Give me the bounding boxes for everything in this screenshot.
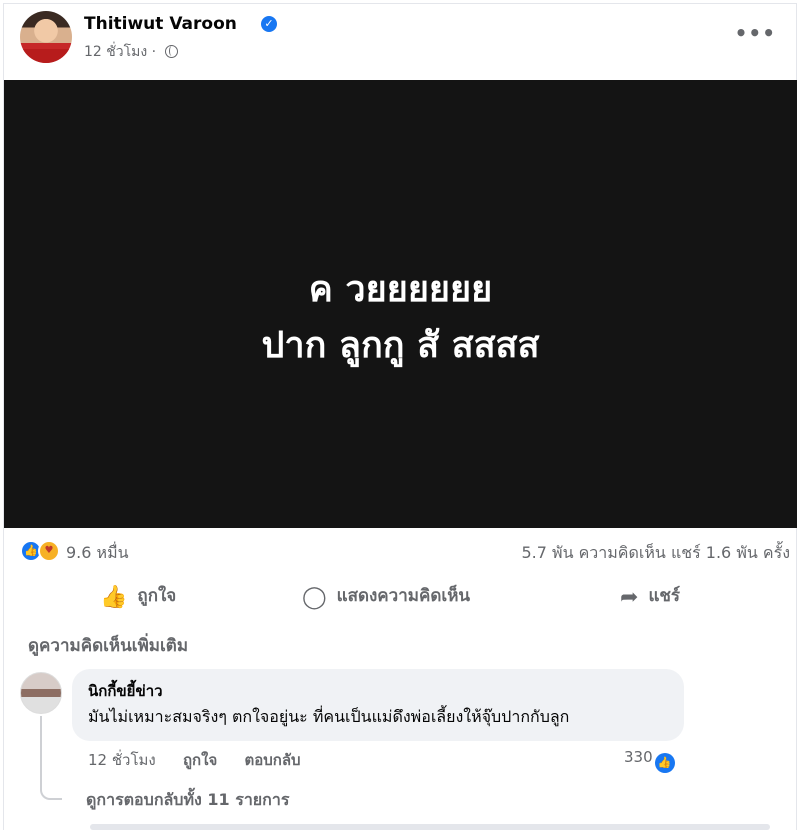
media-text-line-1: ค วยยยยยย [308,269,493,310]
meta-separator: · [151,44,157,60]
share-arrow-icon: ➦ [620,585,639,610]
comment-like-icon: 👍 [654,753,675,773]
post-header: Thitiwut Varoon ✓ 12 ชั่วโมง · ••• [20,11,780,67]
comment-author[interactable]: นิกกี้ขยี้ข่าว [88,679,163,703]
share-button[interactable]: ➦ แชร์ [620,578,680,614]
comment-text: มันไม่เหมาะสมจริงๆ ตกใจอยู่นะ ที่คนเป็นแ… [88,707,570,726]
view-more-comments-link[interactable]: ดูความคิดเห็นเพิ่มเติม [28,632,188,659]
media-text-line-2: ปาก ลูกกู สั สสสส [261,325,540,366]
more-options-button[interactable]: ••• [735,21,776,45]
author-avatar[interactable] [20,11,72,63]
author-name[interactable]: Thitiwut Varoon [84,14,237,34]
globe-icon[interactable] [164,45,178,58]
reply-thread-line [40,716,62,800]
post-media[interactable]: ค วยยยยยย ปาก ลูกกู สั สสสส [4,80,797,528]
share-label: แชร์ [648,586,681,606]
comment-label: แสดงความคิดเห็น [336,586,471,606]
comment-actions: 12 ชั่วโมง ถูกใจ ตอบกลับ [88,748,323,772]
comment-button[interactable]: ◯ แสดงความคิดเห็น [302,578,470,614]
comment-time[interactable]: 12 ชั่วโมง [88,751,156,769]
comments-shares-count[interactable]: 5.7 พัน ความคิดเห็น แชร์ 1.6 พัน ครั้ง [521,541,790,566]
like-label: ถูกใจ [137,586,177,606]
view-replies-link[interactable]: ดูการตอบกลับทั้ง 11 รายการ [86,788,289,813]
speech-bubble-icon: ◯ [302,585,327,610]
post-actions: 👍 ถูกใจ ◯ แสดงความคิดเห็น ➦ แชร์ [20,578,780,614]
post-time[interactable]: 12 ชั่วโมง [84,44,147,60]
comment-reaction-count: 330 [624,748,653,766]
verified-badge-icon: ✓ [261,16,277,32]
comment-bubble: นิกกี้ขยี้ข่าว มันไม่เหมาะสมจริงๆ ตกใจอย… [72,669,684,741]
post-stats: 👍 ♥ 9.6 หมื่น 5.7 พัน ความคิดเห็น แชร์ 1… [20,538,790,566]
commenter-avatar[interactable] [20,672,62,714]
next-comment-placeholder [90,824,770,830]
comment-reactions[interactable]: 330 👍 [624,748,675,773]
comment-like-button[interactable]: ถูกใจ [183,751,217,769]
reaction-count[interactable]: 9.6 หมื่น [66,541,129,566]
thumbs-up-icon: 👍 [100,585,128,610]
post-meta: 12 ชั่วโมง · [84,41,178,63]
like-button[interactable]: 👍 ถูกใจ [100,578,176,614]
care-reaction-icon[interactable]: ♥ [38,540,60,562]
comment-reply-button[interactable]: ตอบกลับ [244,751,300,769]
